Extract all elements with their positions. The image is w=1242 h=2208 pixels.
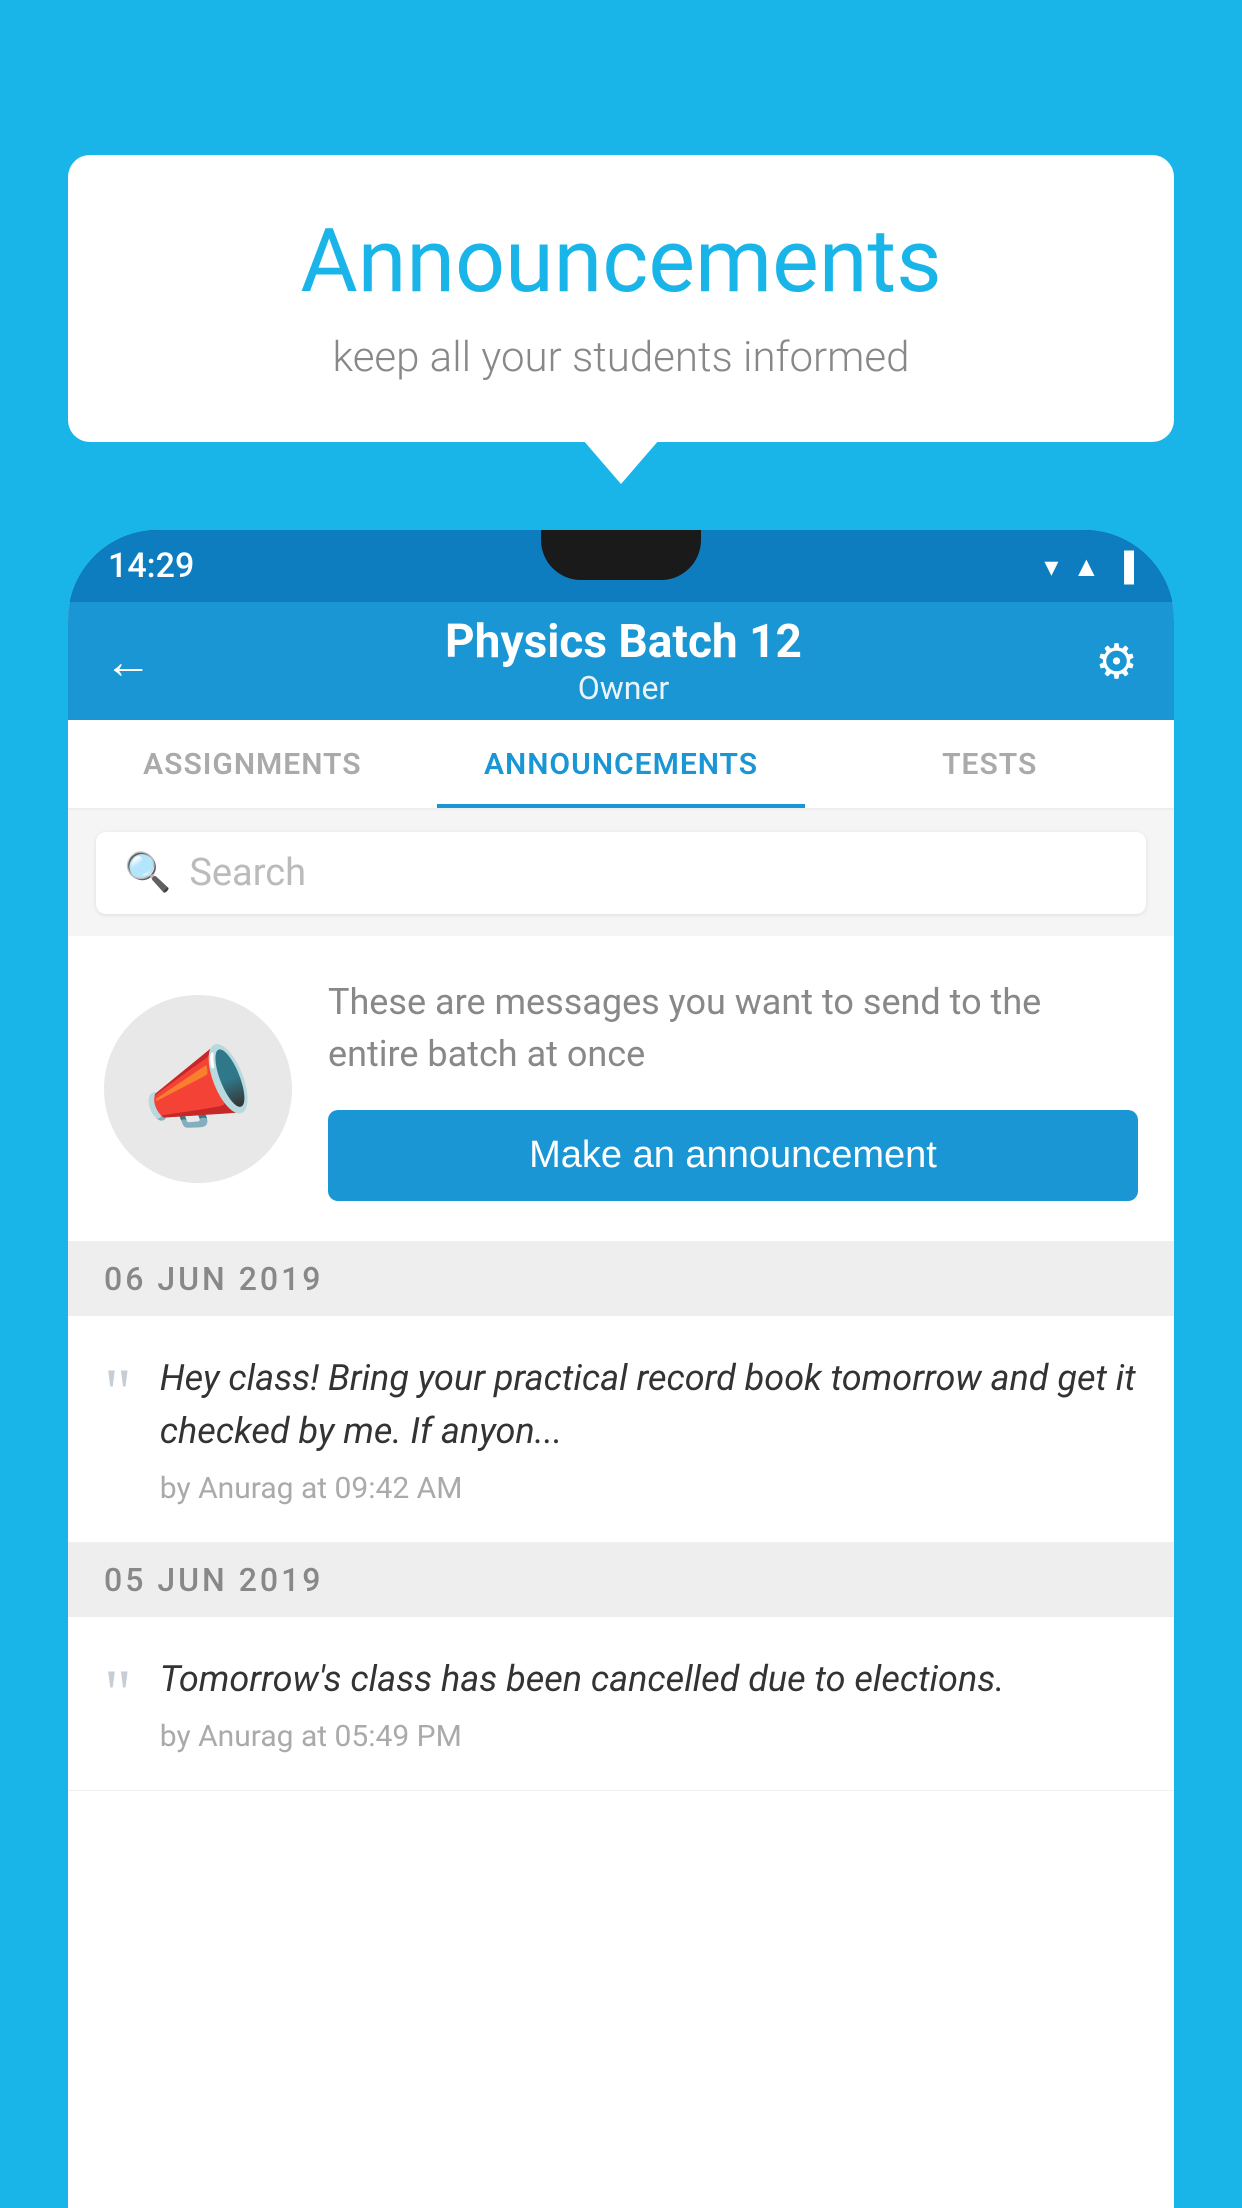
announcement-item-2[interactable]: " Tomorrow's class has been cancelled du… — [68, 1617, 1174, 1791]
bubble-title: Announcements — [128, 210, 1114, 313]
promo-right: These are messages you want to send to t… — [328, 976, 1138, 1201]
search-icon: 🔍 — [124, 851, 171, 895]
promo-icon-circle: 📣 — [104, 995, 292, 1183]
promo-description: These are messages you want to send to t… — [328, 976, 1138, 1080]
batch-subtitle: Owner — [152, 669, 1095, 707]
announcement-meta-1: by Anurag at 09:42 AM — [160, 1471, 1138, 1506]
announcement-text-1: Hey class! Bring your practical record b… — [160, 1352, 1138, 1456]
search-bar-container: 🔍 Search — [68, 810, 1174, 936]
top-bar-title-container: Physics Batch 12 Owner — [152, 615, 1095, 707]
date-separator-1: 06 JUN 2019 — [68, 1242, 1174, 1316]
tab-assignments[interactable]: ASSIGNMENTS — [68, 720, 437, 808]
date-separator-2: 05 JUN 2019 — [68, 1543, 1174, 1617]
status-bar: 14:29 ▾ ▲ ▐ — [68, 530, 1174, 602]
search-input[interactable]: Search — [189, 851, 306, 895]
wifi-icon: ▾ — [1044, 550, 1058, 583]
tabs-bar: ASSIGNMENTS ANNOUNCEMENTS TESTS — [68, 720, 1174, 810]
bubble-subtitle: keep all your students informed — [128, 333, 1114, 382]
top-bar: ← Physics Batch 12 Owner ⚙ — [68, 602, 1174, 720]
speech-bubble-container: Announcements keep all your students inf… — [68, 155, 1174, 442]
back-button[interactable]: ← — [104, 633, 152, 690]
status-icons: ▾ ▲ ▐ — [1044, 550, 1134, 583]
signal-icon: ▲ — [1072, 550, 1100, 583]
announcement-text-2: Tomorrow's class has been cancelled due … — [160, 1653, 1138, 1705]
make-announcement-button[interactable]: Make an announcement — [328, 1110, 1138, 1201]
megaphone-icon: 📣 — [142, 1036, 254, 1141]
battery-icon: ▐ — [1114, 550, 1134, 583]
phone-screen: ← Physics Batch 12 Owner ⚙ ASSIGNMENTS A… — [68, 602, 1174, 2208]
announcement-content-1: Hey class! Bring your practical record b… — [160, 1352, 1138, 1505]
batch-title: Physics Batch 12 — [152, 615, 1095, 669]
announcement-meta-2: by Anurag at 05:49 PM — [160, 1719, 1138, 1754]
tab-tests[interactable]: TESTS — [805, 720, 1174, 808]
search-bar[interactable]: 🔍 Search — [96, 832, 1146, 914]
announcement-promo: 📣 These are messages you want to send to… — [68, 936, 1174, 1242]
settings-icon[interactable]: ⚙ — [1095, 633, 1138, 690]
phone-frame: 14:29 ▾ ▲ ▐ ← Physics Batch 12 Owner ⚙ A… — [68, 530, 1174, 2208]
quote-icon-1: " — [104, 1358, 132, 1426]
status-time: 14:29 — [108, 546, 194, 586]
quote-icon-2: " — [104, 1659, 132, 1727]
announcement-item-1[interactable]: " Hey class! Bring your practical record… — [68, 1316, 1174, 1542]
phone-notch — [541, 530, 701, 580]
announcement-content-2: Tomorrow's class has been cancelled due … — [160, 1653, 1138, 1754]
tab-announcements[interactable]: ANNOUNCEMENTS — [437, 720, 806, 808]
speech-bubble: Announcements keep all your students inf… — [68, 155, 1174, 442]
